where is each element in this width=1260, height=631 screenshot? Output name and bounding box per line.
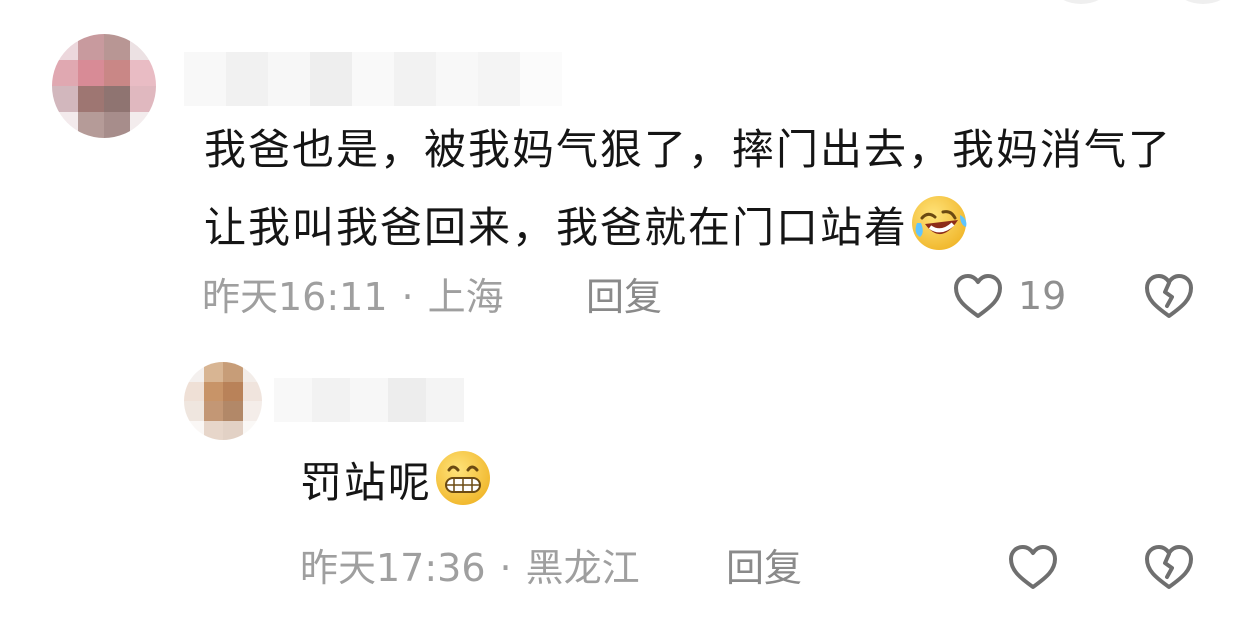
broken-heart-outline-icon [1143,543,1195,591]
laughing-crying-emoji-icon [910,194,968,252]
meta-separator: · [401,275,414,319]
avatar[interactable] [52,34,156,138]
comment-text-block: 罚站呢 [300,444,900,522]
dislike-button[interactable] [1143,272,1195,320]
comment-meta: 昨天16:11 · 上海 [202,273,504,321]
comment-location: 黑龙江 [525,546,640,590]
reply-button[interactable]: 回复 [586,273,662,321]
meta-separator: · [499,546,512,590]
heart-outline-icon [952,272,1004,320]
like-count: 19 [1018,274,1067,318]
broken-heart-outline-icon [1143,272,1195,320]
username[interactable] [274,378,464,422]
comment-text: 罚站呢 [300,458,433,507]
comment-time: 昨天17:36 [300,546,486,590]
like-button[interactable] [1007,543,1073,591]
reply-comment-item: 罚站呢 昨天17:36 · 黑龙江 回复 [0,340,1260,631]
avatar[interactable] [184,362,262,440]
reply-button[interactable]: 回复 [726,544,802,592]
like-button[interactable]: 19 [952,272,1066,320]
comment-text-block: 我爸也是，被我妈气狠了，摔门出去，我妈消气了让我叫我爸回来，我爸就在门口站着 [204,111,1214,267]
dislike-button[interactable] [1143,543,1195,591]
username[interactable] [184,52,562,106]
comment-item: 我爸也是，被我妈气狠了，摔门出去，我妈消气了让我叫我爸回来，我爸就在门口站着 昨… [0,0,1260,340]
comment-text: 我爸也是，被我妈气狠了，摔门出去，我妈消气了让我叫我爸回来，我爸就在门口站着 [204,125,1173,252]
grinning-emoji-icon [434,449,492,507]
comment-location: 上海 [427,275,504,319]
heart-outline-icon [1007,543,1059,591]
comment-time: 昨天16:11 [202,275,388,319]
comment-meta: 昨天17:36 · 黑龙江 [300,544,640,592]
